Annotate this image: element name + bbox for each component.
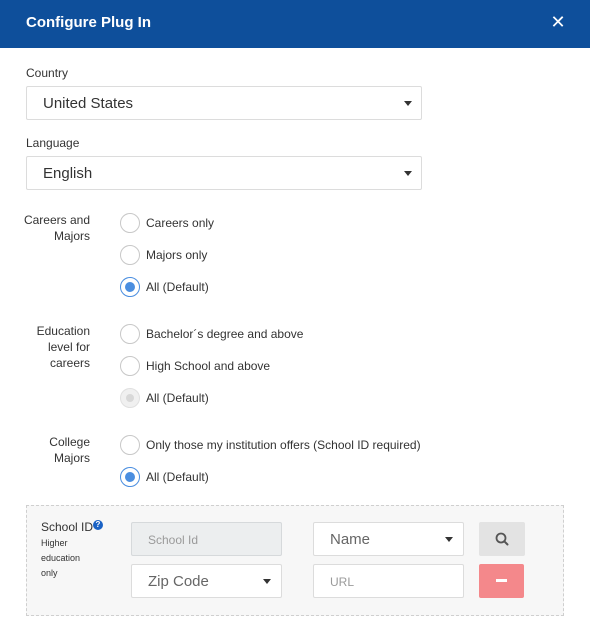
zip-code-select-value: Zip Code xyxy=(148,573,209,590)
radio-label: Bachelor´s degree and above xyxy=(146,327,304,341)
radio-label: Careers only xyxy=(146,216,215,230)
url-input[interactable]: URL xyxy=(313,564,464,598)
zip-code-select[interactable]: Zip Code xyxy=(131,564,282,598)
careers-majors-label: Careers and Majors xyxy=(20,212,90,244)
careers-majors-label-line: Careers and xyxy=(23,213,90,227)
school-id-title: School ID xyxy=(41,520,94,534)
radio-label: Majors only xyxy=(146,248,208,262)
radio-button[interactable] xyxy=(120,356,140,376)
radio-high-school[interactable]: High School and above xyxy=(120,356,380,376)
chevron-down-icon xyxy=(404,101,412,106)
education-level-label: Education level for careers xyxy=(20,323,90,371)
language-select[interactable]: English xyxy=(26,156,422,190)
minus-icon xyxy=(496,579,507,582)
school-id-input: School Id xyxy=(131,522,282,556)
name-select-value: Name xyxy=(330,531,371,548)
education-level-label-line: careers xyxy=(49,356,90,370)
radio-bachelors[interactable]: Bachelor´s degree and above xyxy=(120,324,380,344)
radio-careers-only[interactable]: Careers only xyxy=(120,213,320,233)
radio-label: High School and above xyxy=(146,359,271,373)
careers-majors-label-line: Majors xyxy=(53,229,90,243)
radio-education-all: All (Default) xyxy=(120,388,380,408)
radio-button[interactable] xyxy=(120,324,140,344)
close-icon[interactable]: ✕ xyxy=(550,13,566,31)
college-majors-label-line: Majors xyxy=(53,451,90,465)
language-label: Language xyxy=(26,136,80,150)
radio-button[interactable] xyxy=(120,435,140,455)
college-majors-label: College Majors xyxy=(20,434,90,466)
search-icon xyxy=(495,532,509,546)
radio-label: All (Default) xyxy=(146,470,209,484)
education-level-label-line: level for xyxy=(47,340,90,354)
school-id-subtitle: Higher education only xyxy=(41,536,101,581)
radio-label: All (Default) xyxy=(146,280,209,294)
chevron-down-icon xyxy=(263,579,271,584)
radio-button-disabled xyxy=(120,388,140,408)
language-selected-value: English xyxy=(43,165,93,182)
education-level-label-line: Education xyxy=(36,324,90,338)
chevron-down-icon xyxy=(445,537,453,542)
radio-careers-majors-all[interactable]: All (Default) xyxy=(120,277,320,297)
college-majors-label-line: College xyxy=(49,435,90,449)
radio-majors-only[interactable]: Majors only xyxy=(120,245,320,265)
url-placeholder: URL xyxy=(330,575,355,589)
radio-button[interactable] xyxy=(120,245,140,265)
chevron-down-icon xyxy=(404,171,412,176)
country-label: Country xyxy=(26,66,69,80)
search-button[interactable] xyxy=(479,522,525,556)
country-selected-value: United States xyxy=(43,95,134,112)
radio-label: All (Default) xyxy=(146,391,209,405)
radio-button-checked[interactable] xyxy=(120,467,140,487)
radio-label: Only those my institution offers (School… xyxy=(146,438,421,452)
radio-college-majors-all[interactable]: All (Default) xyxy=(120,467,320,487)
school-id-panel: School ID ? Higher education only School… xyxy=(26,505,564,616)
dialog-header: Configure Plug In ✕ xyxy=(0,0,590,48)
school-id-placeholder: School Id xyxy=(148,533,199,547)
dialog-title: Configure Plug In xyxy=(26,14,151,31)
name-select[interactable]: Name xyxy=(313,522,464,556)
radio-button-checked[interactable] xyxy=(120,277,140,297)
help-icon[interactable]: ? xyxy=(93,520,103,530)
country-select[interactable]: United States xyxy=(26,86,422,120)
radio-institution-majors[interactable]: Only those my institution offers (School… xyxy=(120,435,421,455)
school-subtitle-line: Higher xyxy=(41,538,68,548)
radio-button[interactable] xyxy=(120,213,140,233)
remove-button[interactable] xyxy=(479,564,524,598)
school-subtitle-line: only xyxy=(41,568,58,578)
school-subtitle-line: education xyxy=(41,553,81,563)
